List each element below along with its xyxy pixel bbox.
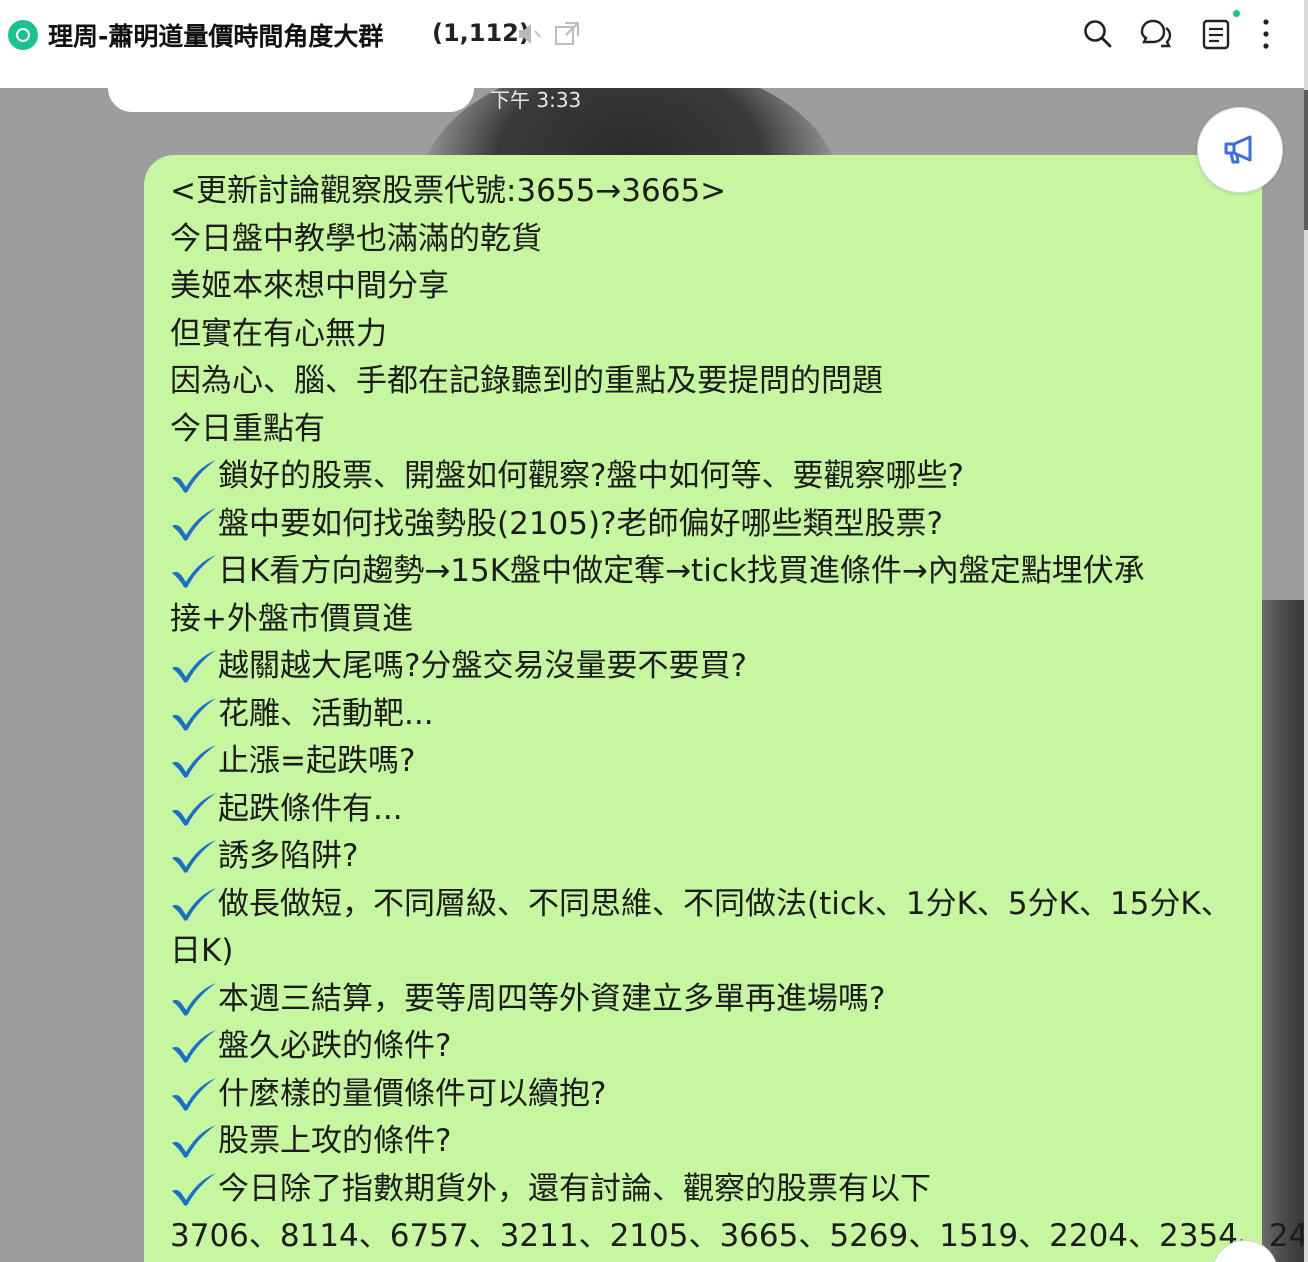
check-mark-icon xyxy=(172,745,216,778)
checklist-item: 做長做短，不同層級、不同思維、不同做法(tick、1分K、5分K、15分K、 xyxy=(170,881,1250,929)
checklist-item: 盤久必跌的條件? xyxy=(170,1023,1250,1071)
message-line-text: 花雕、活動靶... xyxy=(218,695,434,732)
message-line-text: 美姬本來想中間分享 xyxy=(170,268,449,304)
check-mark-icon xyxy=(172,555,216,588)
message-line-text: 今日除了指數期貨外，還有討論、觀察的股票有以下 xyxy=(218,1170,931,1207)
checklist-item: 盤中要如何找強勢股(2105)?老師偏好哪些類型股票? xyxy=(170,501,1250,549)
notes-icon[interactable] xyxy=(1198,16,1234,52)
checklist-item: 股票上攻的條件? xyxy=(170,1118,1250,1166)
message-line-text: 盤久必跌的條件? xyxy=(218,1028,452,1064)
message-line: 今日盤中教學也滿滿的乾貨 xyxy=(170,216,1250,264)
message-line-text: 做長做短，不同層級、不同思維、不同做法(tick、1分K、5分K、15分K、 xyxy=(218,885,1232,922)
checklist-item: 誘多陷阱? xyxy=(170,833,1250,881)
message-line-text: 接+外盤市價買進 xyxy=(170,600,413,637)
message-line: 今日重點有 xyxy=(170,406,1250,454)
message-line-text: 盤中要如何找強勢股(2105)?老師偏好哪些類型股票? xyxy=(218,505,943,542)
chat-bubbles-icon[interactable] xyxy=(1137,16,1173,52)
chat-header: 理周-蕭明道量價時間角度大群 (1,112) xyxy=(0,0,1304,88)
checklist-item: 起跌條件有... xyxy=(170,786,1250,834)
megaphone-icon xyxy=(1224,135,1252,164)
message-line-text: 誘多陷阱? xyxy=(218,838,359,874)
message-line-text: 越關越大尾嗎?分盤交易沒量要不要買? xyxy=(218,648,747,684)
checklist-item: 越關越大尾嗎?分盤交易沒量要不要買? xyxy=(170,643,1250,691)
message-text: <更新討論觀察股票代號:3655→3665> 今日盤中教學也滿滿的乾貨 美姬本來想中… xyxy=(170,168,1308,1261)
checklist-item: 本週三結算，要等周四等外資建立多單再進場嗎? xyxy=(170,976,1250,1024)
message-line: 接+外盤市價買進 xyxy=(170,596,1250,644)
message-line-text: 起跌條件有... xyxy=(218,790,403,827)
checklist-item: 日K看方向趨勢→15K盤中做定奪→tick找買進條件→內盤定點埋伏承 xyxy=(170,548,1250,596)
chat-title[interactable]: 理周-蕭明道量價時間角度大群 xyxy=(48,17,383,53)
speaker-muted-icon[interactable] xyxy=(516,20,542,48)
checklist-item: 今日除了指數期貨外，還有討論、觀察的股票有以下 xyxy=(170,1166,1250,1214)
check-mark-icon xyxy=(172,1125,216,1158)
check-mark-icon xyxy=(172,460,216,493)
check-mark-icon xyxy=(172,887,216,921)
search-icon[interactable] xyxy=(1080,16,1116,52)
message-line: <更新討論觀察股票代號:3655→3665> xyxy=(170,168,1250,216)
message-line-text: 今日盤中教學也滿滿的乾貨 xyxy=(170,220,542,257)
message-line-text: 股票上攻的條件? xyxy=(218,1123,452,1159)
message-line: 日K) xyxy=(170,928,1250,976)
popout-window-icon[interactable] xyxy=(553,20,581,48)
scrollbar-thumb[interactable] xyxy=(1304,90,1308,230)
message-line-text: 什麼樣的量價條件可以續抱? xyxy=(218,1075,607,1112)
check-mark-icon xyxy=(172,697,216,731)
message-line-text: 本週三結算，要等周四等外資建立多單再進場嗎? xyxy=(218,980,886,1017)
message-line-text: 3706、8114、6757、3211、2105、3665、5269、1519、… xyxy=(170,1218,1308,1254)
check-mark-icon xyxy=(172,840,216,873)
message-line-text: 因為心、腦、手都在記錄聽到的重點及要提問的問題 xyxy=(170,363,883,399)
notification-dot xyxy=(1233,10,1240,17)
check-mark-icon xyxy=(172,650,216,683)
checklist-item: 花雕、活動靶... xyxy=(170,691,1250,739)
message-line-text: 今日重點有 xyxy=(170,410,325,447)
message-line: 3706、8114、6757、3211、2105、3665、5269、1519、… xyxy=(170,1213,1308,1261)
chat-badge-icon xyxy=(8,20,38,50)
message-time: 下午 3:33 xyxy=(490,88,582,112)
check-mark-icon xyxy=(172,1077,216,1111)
announcement-button[interactable] xyxy=(1197,107,1283,193)
check-mark-icon xyxy=(172,792,216,826)
checklist-item: 止漲=起跌嗎? xyxy=(170,738,1250,786)
check-mark-icon xyxy=(172,507,216,541)
check-mark-icon xyxy=(172,1172,216,1206)
check-mark-icon xyxy=(172,1030,216,1063)
message-line-text: <更新討論觀察股票代號:3655→3665> xyxy=(170,173,727,209)
check-mark-icon xyxy=(172,982,216,1016)
message-line: 美姬本來想中間分享 xyxy=(170,263,1250,311)
message-line-text: 鎖好的股票、開盤如何觀察?盤中如何等、要觀察哪些? xyxy=(218,458,964,494)
message-line-text: 日K) xyxy=(170,933,234,969)
message-line-text: 止漲=起跌嗎? xyxy=(218,743,416,779)
more-vertical-icon[interactable] xyxy=(1250,16,1286,52)
message-line: 因為心、腦、手都在記錄聽到的重點及要提問的問題 xyxy=(170,358,1250,406)
message-line-text: 但實在有心無力 xyxy=(170,315,387,352)
message-line-text: 日K看方向趨勢→15K盤中做定奪→tick找買進條件→內盤定點埋伏承 xyxy=(218,553,1145,589)
message-line: 但實在有心無力 xyxy=(170,311,1250,359)
checklist-item: 什麼樣的量價條件可以續抱? xyxy=(170,1071,1250,1119)
checklist-item: 鎖好的股票、開盤如何觀察?盤中如何等、要觀察哪些? xyxy=(170,453,1250,501)
